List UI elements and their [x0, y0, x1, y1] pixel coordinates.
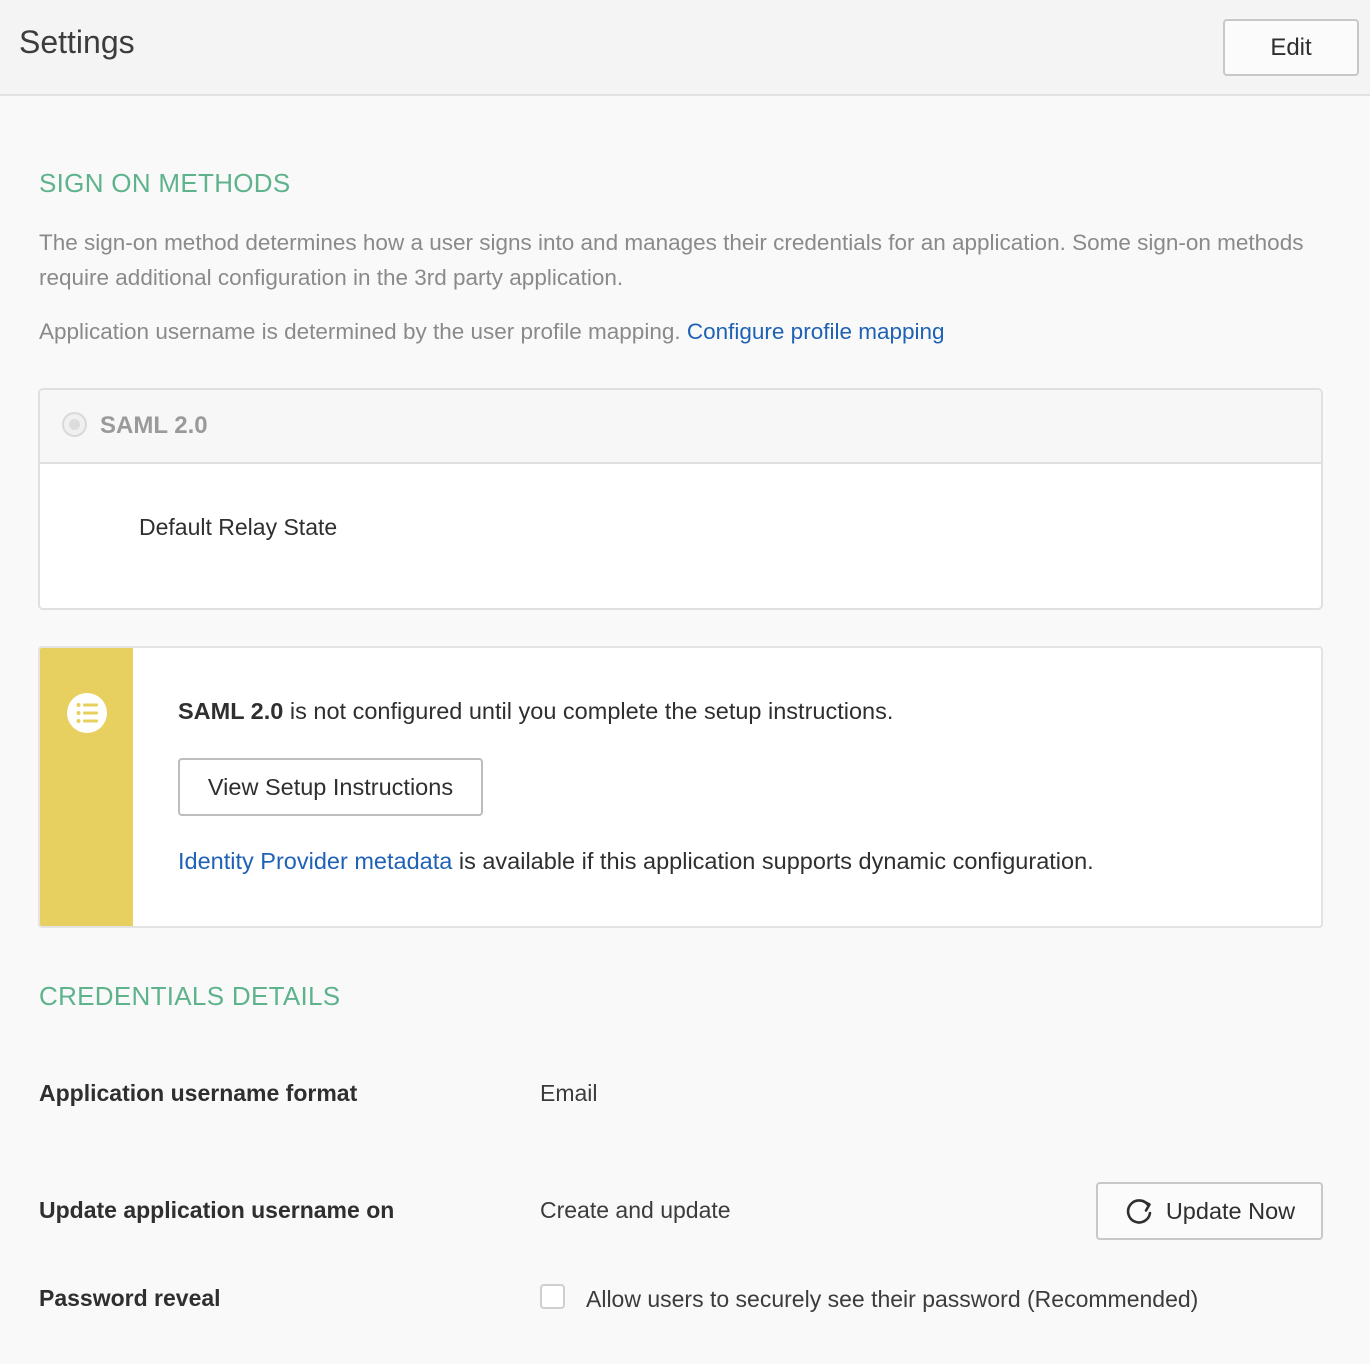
password-reveal-checkbox-label: Allow users to securely see their passwo… — [586, 1286, 1199, 1312]
identity-provider-metadata-link[interactable]: Identity Provider metadata — [178, 848, 452, 874]
configure-profile-mapping-link[interactable]: Configure profile mapping — [687, 319, 945, 344]
password-reveal-checkbox[interactable] — [540, 1284, 565, 1309]
username-note-text: Application username is determined by th… — [39, 319, 681, 344]
list-icon — [67, 693, 107, 733]
password-reveal-label: Password reveal — [39, 1285, 221, 1311]
refresh-icon — [1126, 1199, 1152, 1224]
edit-button[interactable]: Edit — [1223, 19, 1359, 76]
sign-on-description: The sign-on method determines how a user… — [39, 230, 1304, 290]
username-format-value: Email — [540, 1080, 598, 1106]
page-title: Settings — [19, 24, 135, 60]
update-username-on-value: Create and update — [540, 1197, 731, 1223]
notice-message-text: is not configured until you complete the… — [289, 698, 894, 724]
setup-notice: SAML 2.0 is not configured until you com… — [38, 646, 1323, 928]
username-mapping-note: Application username is determined by th… — [39, 314, 1329, 349]
sign-on-methods-heading: SIGN ON METHODS — [39, 168, 291, 198]
metadata-note: Identity Provider metadata is available … — [178, 848, 1094, 875]
notice-message: SAML 2.0 is not configured until you com… — [178, 698, 893, 725]
metadata-note-text: is available if this application support… — [458, 848, 1094, 874]
update-username-on-label: Update application username on — [39, 1197, 395, 1223]
saml-radio-button[interactable] — [62, 412, 87, 437]
notice-accent-bar — [40, 648, 133, 926]
update-now-label: Update Now — [1165, 1197, 1296, 1224]
update-now-button[interactable]: Update Now — [1096, 1182, 1323, 1240]
saml-method-header: SAML 2.0 — [40, 390, 1321, 464]
default-relay-state-label: Default Relay State — [139, 514, 338, 540]
credentials-details-heading: CREDENTIALS DETAILS — [39, 981, 341, 1011]
view-setup-instructions-button[interactable]: View Setup Instructions — [178, 758, 483, 816]
saml-method-label: SAML 2.0 — [100, 412, 208, 439]
username-format-label: Application username format — [39, 1080, 358, 1106]
settings-header: Settings Edit — [0, 0, 1370, 96]
notice-method-name: SAML 2.0 — [178, 698, 284, 724]
saml-method-box: SAML 2.0 Default Relay State — [38, 388, 1323, 610]
